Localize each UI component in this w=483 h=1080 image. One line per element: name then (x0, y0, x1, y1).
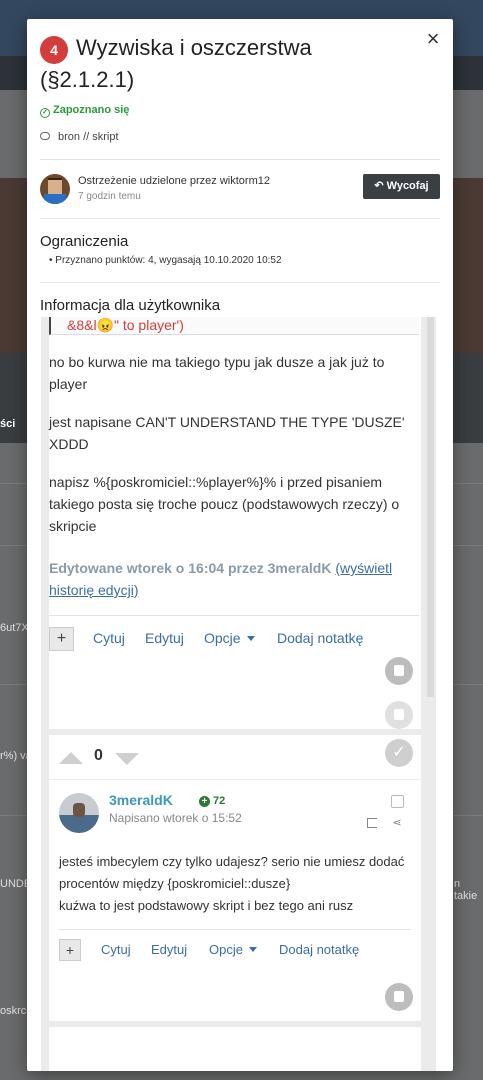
add-note-button[interactable]: Dodaj notatkę (277, 630, 363, 646)
downvote-icon[interactable] (115, 753, 139, 765)
add-note-button[interactable]: Dodaj notatkę (279, 942, 359, 957)
mark-solution-icon[interactable]: ✓ (385, 739, 413, 767)
title-line-2: (§2.1.2.1) (40, 67, 135, 92)
multiquote-button[interactable]: + (49, 627, 74, 651)
select-checkbox[interactable] (391, 795, 404, 808)
acknowledged-label: Zapoznano się (53, 104, 130, 116)
bg-text: n takie (454, 878, 478, 902)
quote-button[interactable]: Cytuj (93, 630, 125, 646)
like-icon[interactable] (385, 983, 413, 1011)
avatar[interactable] (59, 793, 99, 833)
vote-count: 0 (94, 747, 103, 764)
like-icon[interactable] (385, 657, 413, 685)
restriction-text: Przyznano punktów: 4, wygasają 10.10.202… (55, 255, 282, 266)
issuer-row: Ostrzeżenie udzielone przez wiktorm12 7 … (40, 174, 440, 208)
divider (49, 779, 421, 780)
restrictions-heading: Ograniczenia (40, 233, 129, 250)
close-button[interactable]: × (423, 28, 443, 50)
check-circle-icon: ✓ (40, 108, 50, 118)
chevron-down-icon (246, 636, 255, 641)
chevron-down-icon (248, 947, 257, 952)
like-icon[interactable] (385, 701, 413, 729)
post-paragraph: jesteś imbecylem czy tylko udajesz? seri… (59, 854, 405, 891)
bg-text: ści (0, 418, 16, 430)
warning-modal: × 4 Wyzwiska i oszczerstwa (§2.1.2.1) ✓ Z… (27, 19, 453, 1071)
flag-icon[interactable] (367, 818, 377, 828)
scrollbar[interactable] (427, 317, 434, 697)
author-name[interactable]: 3meraldK (109, 792, 173, 808)
restriction-item: • Przyznano punktów: 4, wygasają 10.10.2… (49, 255, 282, 266)
post-paragraph: napisz %{poskromiciel::%player%}% i prze… (49, 474, 400, 534)
acknowledged-status: ✓ Zapoznano się (40, 104, 129, 118)
edit-button[interactable]: Edytuj (151, 942, 187, 957)
points-badge: 4 (40, 36, 68, 64)
post-card: &8&l😠" to player') no bo kurwa nie ma ta… (49, 317, 421, 729)
reputation-badge: +72 (199, 795, 225, 807)
options-button[interactable]: Opcje (209, 942, 257, 957)
undo-icon: ↶ (374, 180, 384, 192)
post-date[interactable]: Napisano wtorek o 15:52 (109, 811, 242, 825)
post-card: 0 ✓ 3meraldK +72 Napisano wtorek o 15:52… (49, 735, 421, 1021)
avatar[interactable] (40, 174, 70, 204)
issue-time: 7 godzin temu (78, 191, 141, 202)
post-paragraph: jest napisane CAN'T UNDERSTAND THE TYPE … (49, 414, 405, 452)
content-link[interactable]: bron // skript (40, 131, 119, 143)
options-button[interactable]: Opcje (204, 630, 255, 646)
post-actions: + Cytuj Edytuj Opcje Dodaj notatkę (49, 627, 419, 651)
share-icon[interactable]: ⋖ (391, 817, 403, 829)
multiquote-button[interactable]: + (59, 939, 81, 961)
post-actions: + Cytuj Edytuj Opcje Dodaj notatkę (59, 939, 411, 963)
title-line-1: Wyzwiska i oszczerstwa (76, 35, 312, 60)
reputation-value: 72 (213, 795, 226, 807)
bg-text: oskrc (0, 1005, 27, 1017)
content-link-label[interactable]: bron // skript (58, 131, 119, 143)
options-label: Opcje (209, 942, 243, 957)
divider (40, 159, 440, 160)
divider (59, 929, 411, 930)
edit-note-text: Edytowane wtorek o 16:04 przez 3meraldK (49, 560, 332, 576)
quote-button[interactable]: Cytuj (101, 942, 131, 957)
post-paragraph: kuźwa to jest podstawowy skript i bez te… (59, 898, 354, 913)
bg-text: 6ut7X (0, 622, 29, 634)
divider (40, 282, 440, 283)
comment-icon (40, 132, 50, 140)
issuer-text: Ostrzeżenie udzielone przez wiktorm12 (78, 175, 270, 187)
revoke-button[interactable]: ↶ Wycofaj (363, 174, 440, 199)
post-card (49, 1027, 421, 1071)
plus-circle-icon: + (199, 796, 210, 807)
options-label: Opcje (204, 630, 241, 646)
user-info-heading: Informacja dla użytkownika (40, 297, 221, 314)
divider (49, 615, 419, 616)
divider (40, 218, 440, 219)
quote-block: &8&l😠" to player') (49, 317, 419, 335)
edit-note: Edytowane wtorek o 16:04 przez 3meraldK … (49, 557, 419, 601)
quote-tail: &8&l😠" to player') (67, 317, 184, 333)
upvote-icon[interactable] (59, 752, 83, 764)
post-paragraph: no bo kurwa nie ma takiego typu jak dusz… (49, 354, 385, 392)
quoted-content-frame[interactable]: &8&l😠" to player') no bo kurwa nie ma ta… (41, 317, 436, 1071)
revoke-label: Wycofaj (386, 180, 429, 192)
edit-button[interactable]: Edytuj (145, 630, 184, 646)
